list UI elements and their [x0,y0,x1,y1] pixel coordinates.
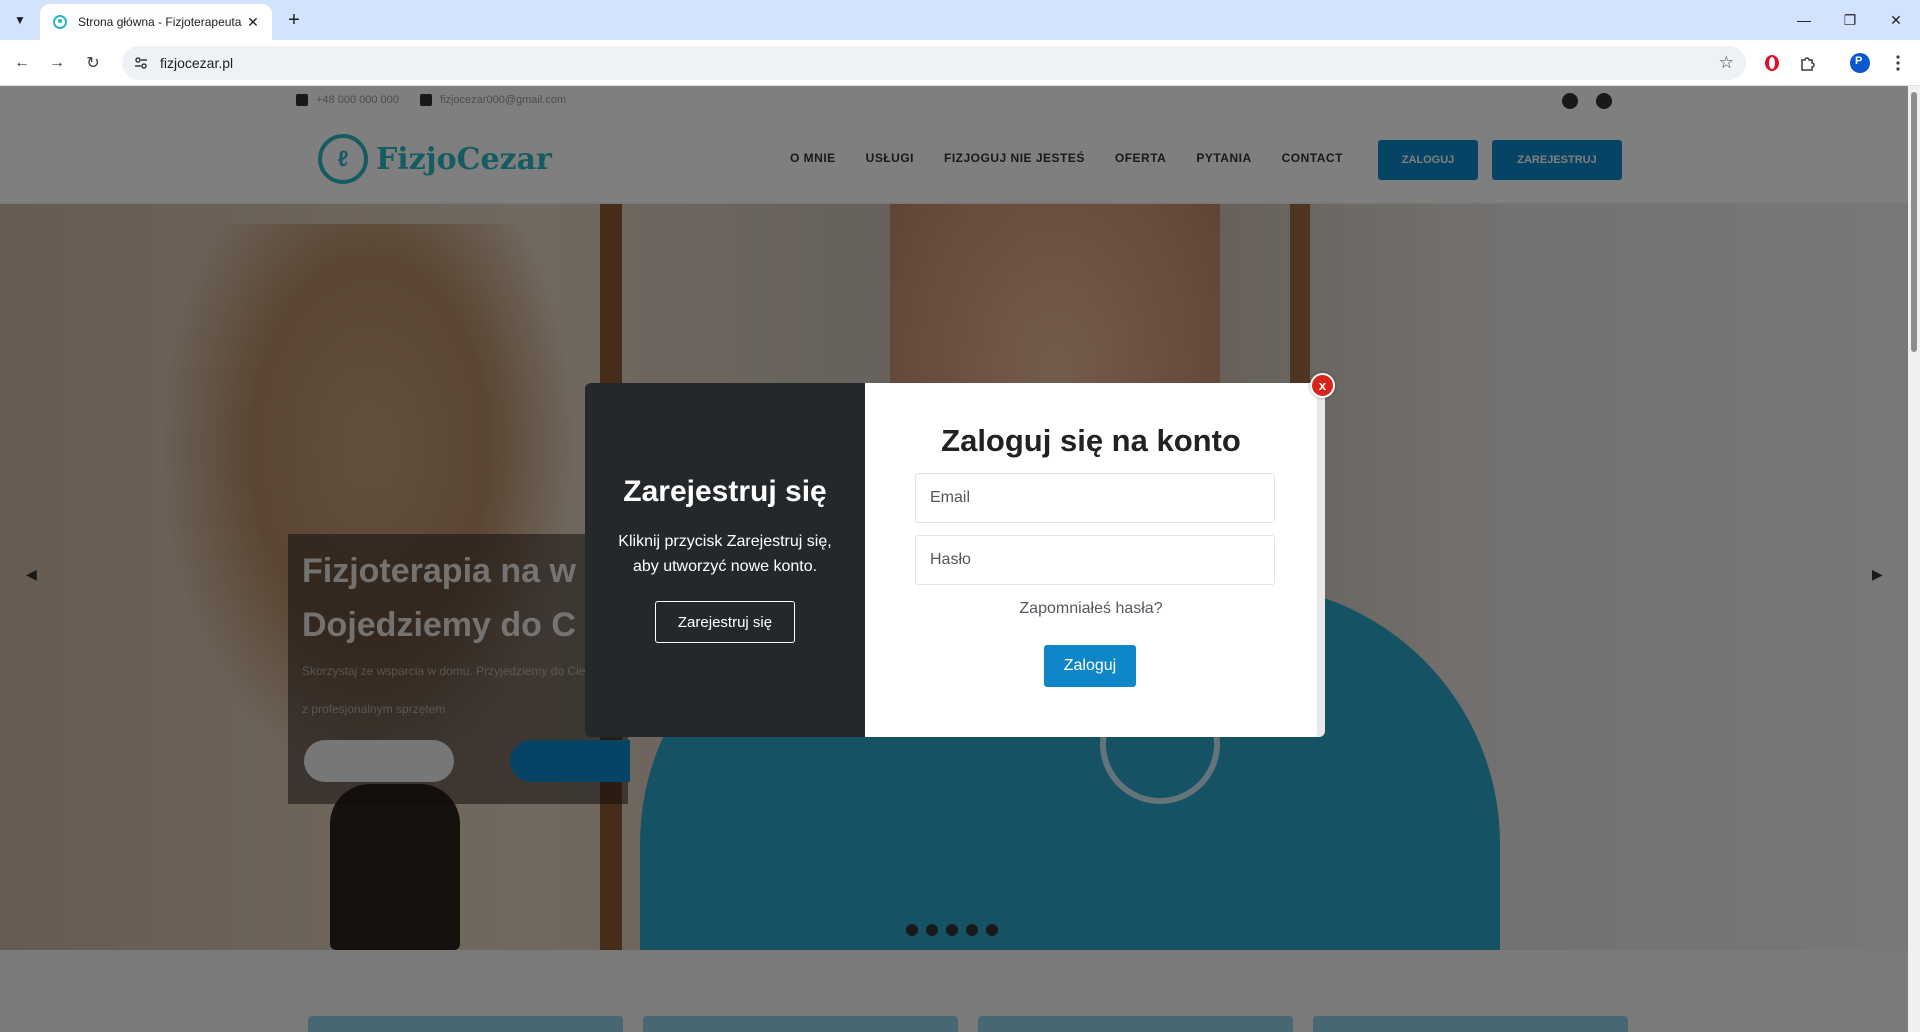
register-button[interactable]: Zarejestruj się [655,601,795,643]
back-arrow-icon[interactable]: ← [8,49,36,77]
browser-tab-active[interactable]: Strona główna - Fizjoterapeuta ✕ [40,4,272,40]
scrollbar-thumb[interactable] [1911,92,1917,352]
password-field[interactable] [915,535,1275,585]
register-description: Kliknij przycisk Zarejestruj się, aby ut… [618,533,832,575]
tab-close-icon[interactable]: ✕ [244,13,262,31]
browser-tabbar: ▼ Strona główna - Fizjoterapeuta ✕ + — ❐… [0,0,1920,40]
profile-initial: P [1855,55,1863,67]
bookmark-star-icon[interactable]: ☆ [1719,53,1734,73]
extensions-puzzle-icon[interactable] [1796,51,1820,75]
tab-list-chevron-icon[interactable]: ▼ [8,8,32,32]
restore-icon[interactable]: ❐ [1827,0,1873,40]
login-submit-button[interactable]: Zaloguj [1044,645,1136,687]
modal-close-icon[interactable]: x [1310,373,1335,398]
window-close-icon[interactable]: ✕ [1873,0,1919,40]
login-panel: Zaloguj się na konto Zapomniałeś hasła? … [865,383,1325,737]
register-panel: Zarejestruj się Kliknij przycisk Zarejes… [585,383,865,737]
browser-menu-kebab-icon[interactable] [1886,51,1910,75]
page-scrollbar[interactable] [1908,86,1920,1032]
browser-toolbar: ← → ↻ fizjocezar.pl ☆ P [0,40,1920,86]
opera-extension-icon[interactable] [1760,51,1784,75]
minimize-icon[interactable]: — [1781,0,1827,40]
address-bar[interactable]: fizjocezar.pl ☆ [122,46,1746,80]
email-field[interactable] [915,473,1275,523]
auth-modal: Zarejestruj się Kliknij przycisk Zarejes… [585,373,1335,737]
tab-title: Strona główna - Fizjoterapeuta [78,15,242,29]
site-favicon-icon [52,14,68,30]
reload-icon[interactable]: ↻ [79,49,107,77]
site-info-icon[interactable] [126,48,156,78]
new-tab-plus-icon[interactable]: + [282,8,306,32]
register-title: Zarejestruj się [623,475,827,508]
forward-arrow-icon[interactable]: → [43,49,71,77]
login-title: Zaloguj się na konto [941,423,1241,458]
forgot-password-link[interactable]: Zapomniałeś hasła? [865,600,1317,618]
url-text: fizjocezar.pl [160,55,234,71]
